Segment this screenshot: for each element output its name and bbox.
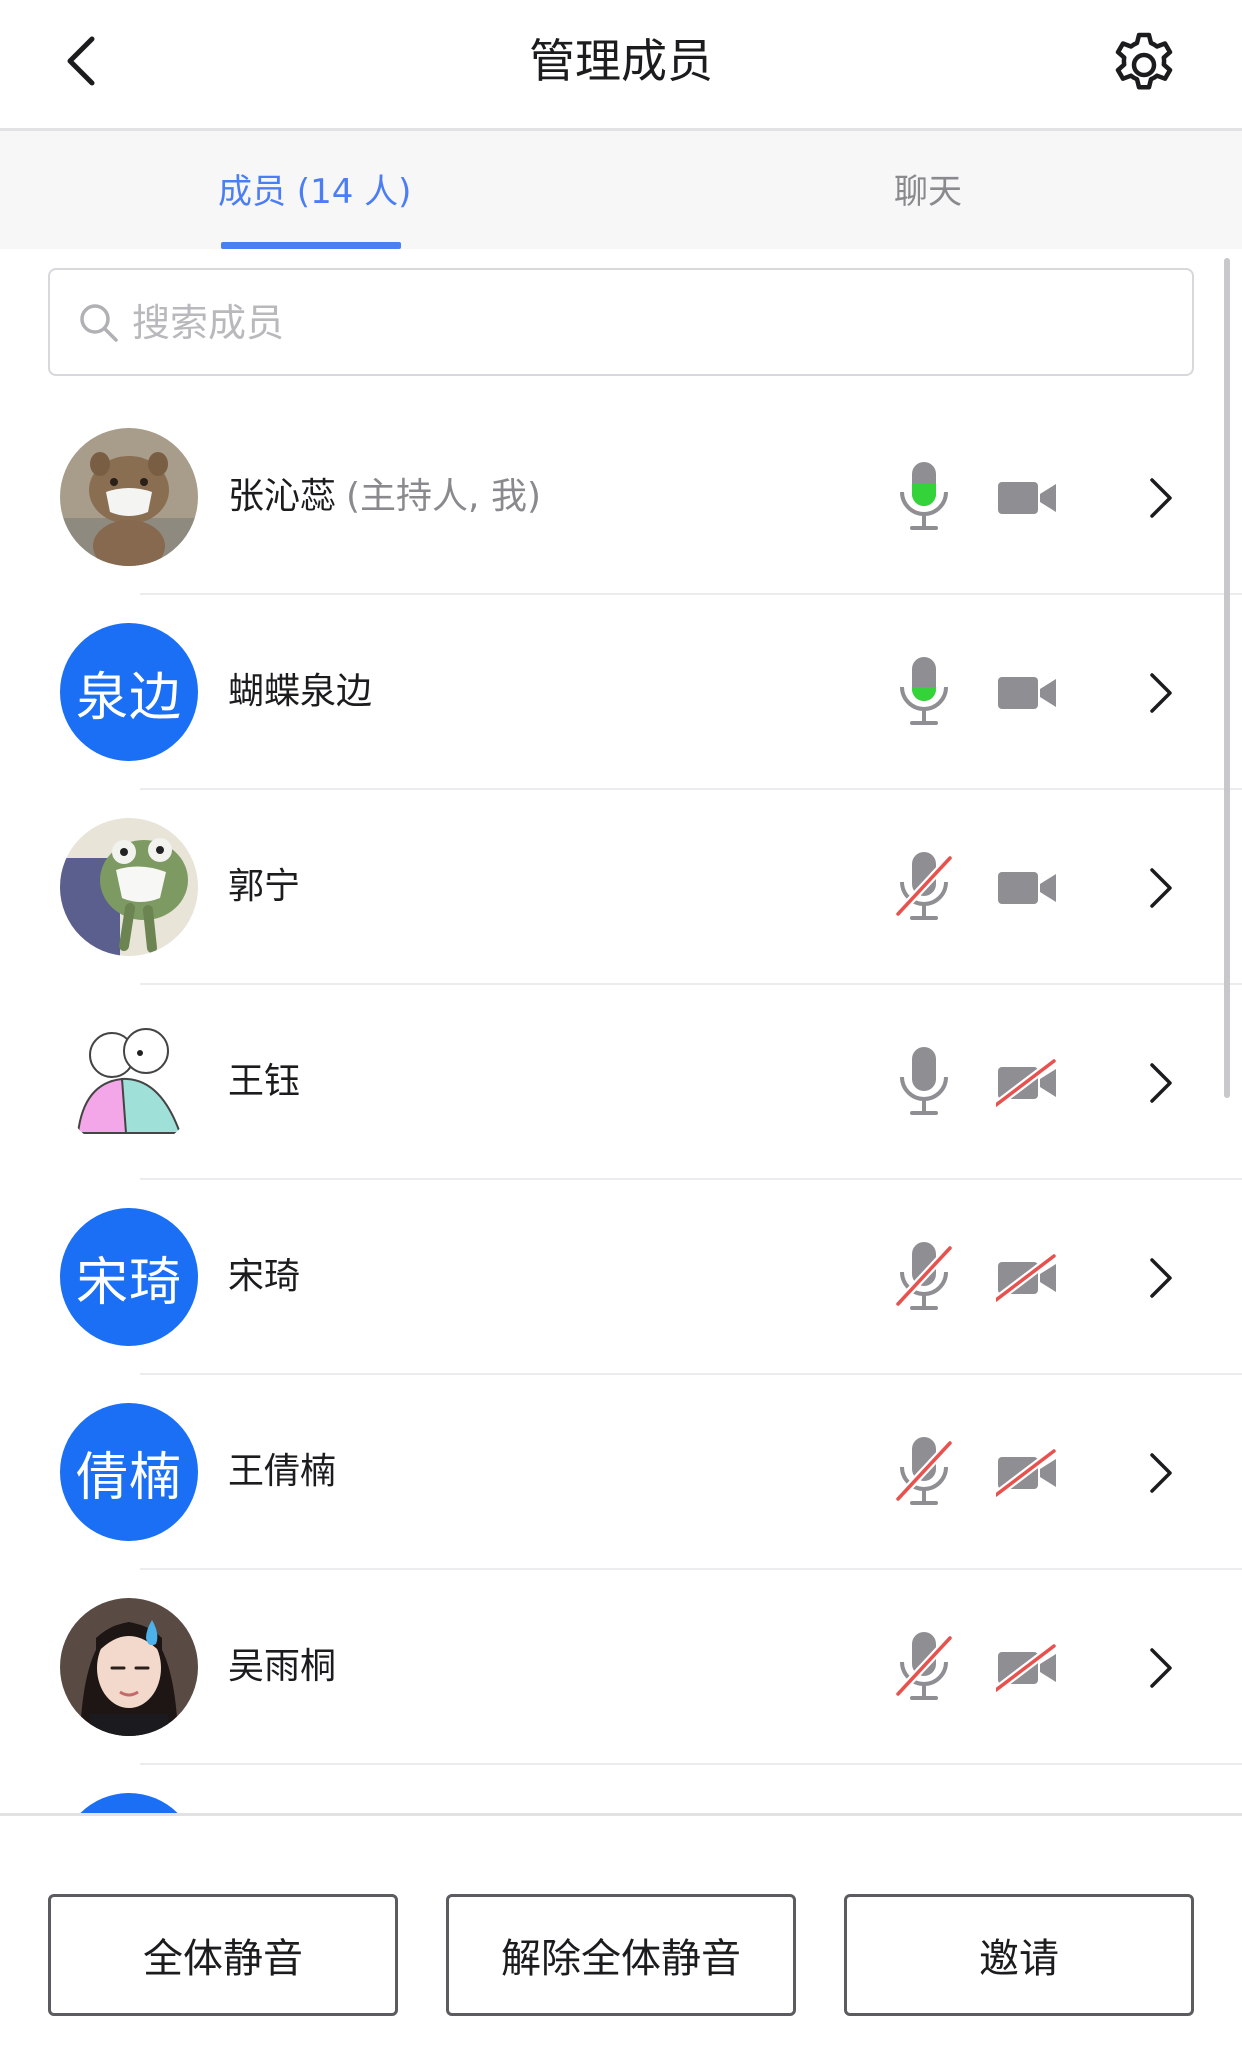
avatar xyxy=(60,1598,198,1736)
microphone-speaking-icon[interactable] xyxy=(890,460,958,535)
chevron-right-icon[interactable] xyxy=(1140,1445,1180,1501)
camera-on-icon[interactable] xyxy=(996,470,1060,526)
gear-icon xyxy=(1115,32,1173,90)
top-nav-bar: 管理成员 xyxy=(0,0,1242,131)
member-name: 吴雨桐 xyxy=(228,1642,336,1692)
member-role: (主持人, 我) xyxy=(346,476,541,517)
scrollbar[interactable] xyxy=(1224,258,1230,1098)
member-name: 蝴蝶泉边 xyxy=(228,667,372,717)
microphone-muted-icon[interactable] xyxy=(890,1630,958,1705)
member-name-text: 吴雨桐 xyxy=(228,1646,337,1687)
camera-off-icon[interactable] xyxy=(996,1445,1060,1501)
page-title: 管理成员 xyxy=(529,34,713,88)
tab-chat[interactable]: 聊天 xyxy=(894,169,962,215)
unmute-all-button[interactable]: 解除全体静音 xyxy=(446,1894,796,2016)
mute-all-button[interactable]: 全体静音 xyxy=(48,1894,398,2016)
member-name: 王倩楠 xyxy=(228,1447,336,1497)
chevron-right-icon[interactable] xyxy=(1140,1055,1180,1111)
camera-off-icon[interactable] xyxy=(996,1055,1060,1111)
avatar: 泉边 xyxy=(60,623,198,761)
microphone-icon[interactable] xyxy=(890,1045,958,1120)
avatar xyxy=(60,1793,198,1813)
member-name-text: 蝴蝶泉边 xyxy=(228,671,373,712)
member-row[interactable]: 王钰 xyxy=(0,985,1242,1180)
person-avatar-image xyxy=(60,1598,198,1736)
member-row[interactable]: 宋琦 宋琦 xyxy=(0,1180,1242,1375)
chevron-right-icon[interactable] xyxy=(1140,1250,1180,1306)
frog-avatar-image xyxy=(60,818,198,956)
camera-off-icon[interactable] xyxy=(996,1250,1060,1306)
member-row[interactable]: 泉边 蝴蝶泉边 xyxy=(0,595,1242,790)
member-name: 张沁蕊 (主持人, 我) xyxy=(228,472,541,522)
member-list: 张沁蕊 (主持人, 我) 泉边 蝴蝶泉边 郭宁 王钰 宋琦 宋琦 倩楠 王倩楠 … xyxy=(0,400,1242,1813)
microphone-muted-icon[interactable] xyxy=(890,1435,958,1510)
microphone-speaking-icon[interactable] xyxy=(890,655,958,730)
tab-bar: 成员 (14 人) 聊天 xyxy=(0,131,1242,249)
camera-on-icon[interactable] xyxy=(996,860,1060,916)
avatar: 宋琦 xyxy=(60,1208,198,1346)
cartoon-hug-avatar-image xyxy=(60,1013,198,1151)
chevron-right-icon[interactable] xyxy=(1140,860,1180,916)
member-name: 王钰 xyxy=(228,1057,300,1107)
avatar xyxy=(60,1013,198,1151)
settings-button[interactable] xyxy=(1108,27,1180,99)
member-row[interactable]: 郭宁 xyxy=(0,790,1242,985)
chevron-right-icon[interactable] xyxy=(1140,470,1180,526)
camera-on-icon[interactable] xyxy=(996,665,1060,721)
camera-off-icon[interactable] xyxy=(996,1640,1060,1696)
active-tab-indicator xyxy=(221,242,401,249)
bottom-action-bar: 全体静音 解除全体静音 邀请 xyxy=(0,1813,1242,2055)
member-name: 郭宁 xyxy=(228,862,300,912)
search-input[interactable] xyxy=(132,290,1172,356)
tab-members[interactable]: 成员 (14 人) xyxy=(218,169,411,215)
member-name: 宋琦 xyxy=(228,1252,300,1302)
member-name-text: 王倩楠 xyxy=(228,1451,337,1492)
search-icon xyxy=(80,304,118,342)
microphone-muted-icon[interactable] xyxy=(890,850,958,925)
avatar: 倩楠 xyxy=(60,1403,198,1541)
member-row[interactable] xyxy=(0,1765,1242,1813)
avatar xyxy=(60,818,198,956)
member-name-text: 郭宁 xyxy=(228,866,301,907)
search-box[interactable] xyxy=(48,268,1194,376)
chevron-right-icon[interactable] xyxy=(1140,665,1180,721)
member-row[interactable]: 张沁蕊 (主持人, 我) xyxy=(0,400,1242,595)
quokka-avatar-image xyxy=(60,428,198,566)
member-row[interactable]: 吴雨桐 xyxy=(0,1570,1242,1765)
chevron-right-icon[interactable] xyxy=(1140,1640,1180,1696)
member-row[interactable]: 倩楠 王倩楠 xyxy=(0,1375,1242,1570)
invite-button[interactable]: 邀请 xyxy=(844,1894,1194,2016)
member-name-text: 宋琦 xyxy=(228,1256,301,1297)
microphone-muted-icon[interactable] xyxy=(890,1240,958,1315)
avatar xyxy=(60,428,198,566)
member-name-text: 王钰 xyxy=(228,1061,301,1102)
member-name-text: 张沁蕊 xyxy=(228,476,337,517)
